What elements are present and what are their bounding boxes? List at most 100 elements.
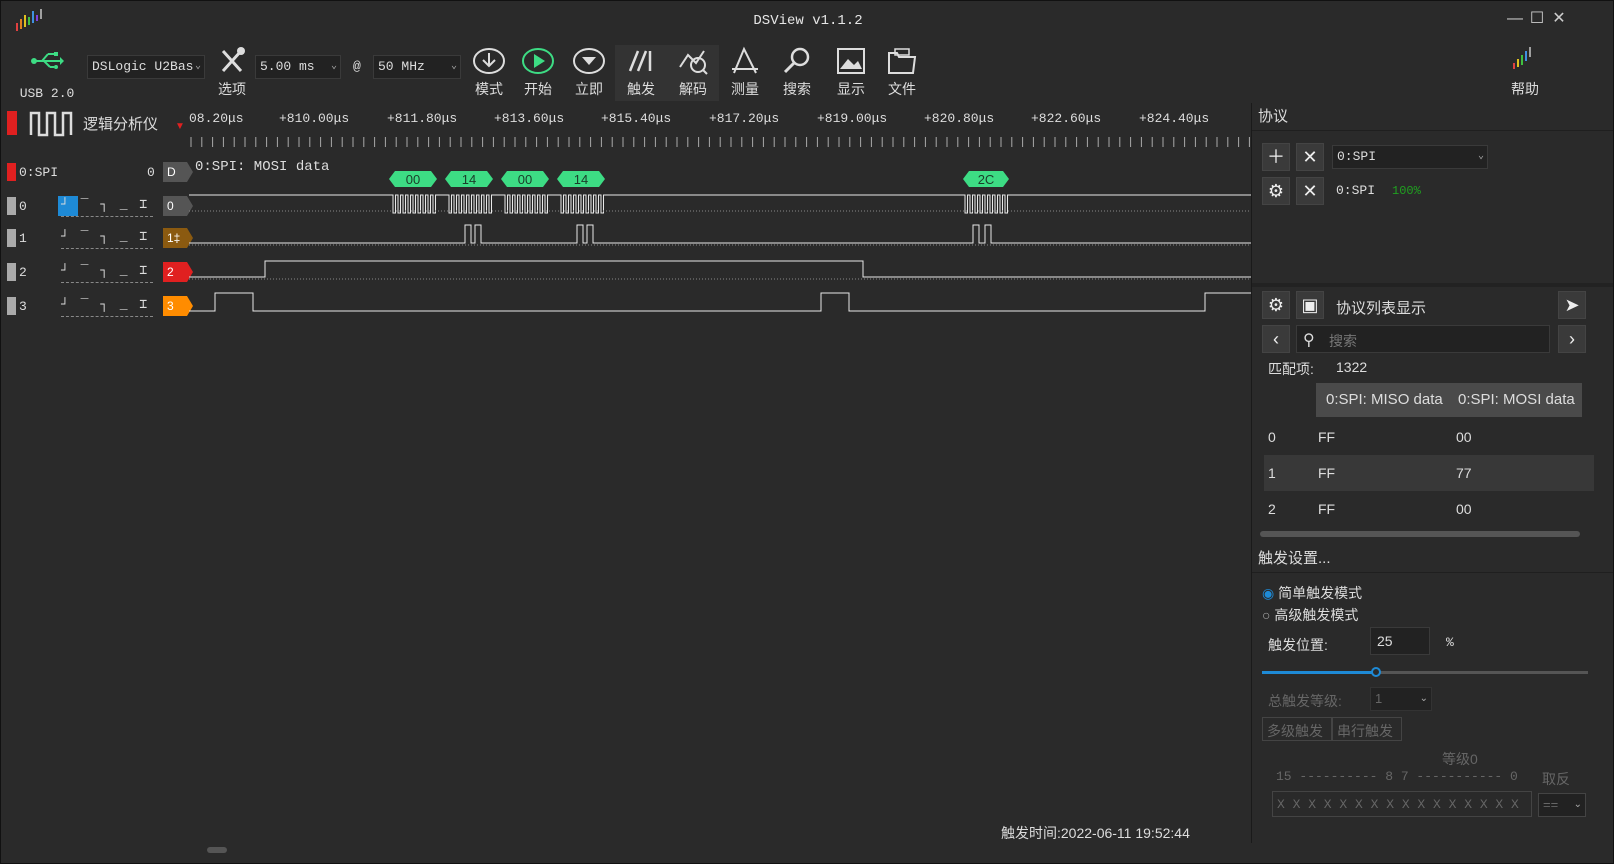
chevron-down-icon: ⌄ — [1419, 693, 1428, 704]
tab-multi-level[interactable]: 多级触发 — [1262, 717, 1332, 741]
measure-button[interactable]: 测量 — [721, 45, 769, 101]
minimize-button[interactable]: — — [1507, 11, 1523, 27]
position-slider-track[interactable] — [1262, 667, 1588, 677]
invert-label: 取反 — [1542, 771, 1570, 787]
row-mosi: 00 — [1456, 501, 1472, 517]
trigger-time: 触发时间:2022-06-11 19:52:44 — [1001, 825, 1190, 841]
channel-2[interactable]: 2 ┘ ‾ ┐ _ ⌶ 2 — [1, 259, 193, 285]
search-button[interactable]: 搜索 — [773, 45, 821, 101]
help-button[interactable]: 帮助 — [1497, 45, 1553, 101]
ruler-label: +811.80μs — [387, 111, 458, 126]
logic-analyzer-icon — [29, 111, 73, 137]
ruler-label: 08.20μs — [189, 111, 244, 126]
measure-icon — [732, 46, 758, 74]
channel-1-waveform — [189, 224, 1251, 244]
waveform-area[interactable]: 0:SPI: MOSI data 00 14 00 14 2C — [189, 151, 1251, 843]
channel-3[interactable]: 3 ┘ ‾ ┐ _ ⌶ 3 — [1, 293, 193, 319]
options-label: 选项 — [218, 81, 246, 97]
table-row[interactable]: 1 FF 77 — [1264, 455, 1594, 491]
table-row[interactable]: 2 FF 00 — [1264, 491, 1594, 527]
at-label: @ — [353, 59, 361, 74]
channel-0[interactable]: 0 ┘ ‾ ┐ _ ⌶ 0 — [1, 193, 193, 219]
trigger-options[interactable]: ┘ ‾ ┐ _ ⌶ — [61, 297, 153, 317]
row-index: 1 — [1268, 465, 1276, 481]
decoder-settings-button[interactable]: ⚙ — [1262, 177, 1290, 205]
remove-decoder-button[interactable]: ✕ — [1296, 143, 1324, 171]
add-decoder-button[interactable]: ＋ — [1262, 143, 1290, 171]
decode-byte-text: 14 — [574, 172, 588, 187]
channel-2-num: 2 — [19, 265, 27, 280]
decode-byte-text: 00 — [406, 172, 420, 187]
table-row[interactable]: 0 FF 00 — [1264, 419, 1594, 455]
chevron-left-icon: ‹ — [1273, 329, 1279, 349]
row-index: 2 — [1268, 501, 1276, 517]
decode-button[interactable]: 解码 — [667, 45, 719, 101]
file-button[interactable]: 文件 — [877, 45, 927, 101]
ruler-label: +820.80μs — [924, 111, 995, 126]
save-list-button[interactable]: ▣ — [1296, 291, 1324, 319]
trigger-button[interactable]: 触发 — [615, 45, 667, 101]
dsview-window: DSView v1.1.2 — ☐ ✕ USB 2.0 DSLogic U2Ba… — [0, 0, 1614, 864]
chevron-right-icon: › — [1569, 329, 1575, 349]
start-button[interactable]: 开始 — [513, 45, 563, 101]
tab-serial[interactable]: 串行触发 — [1332, 717, 1402, 741]
trigger-label: 触发 — [627, 81, 655, 97]
ruler-label: +810.00μs — [279, 111, 350, 126]
window-title: DSView v1.1.2 — [753, 13, 863, 29]
delete-decoder-button[interactable]: ✕ — [1296, 177, 1324, 205]
display-button[interactable]: 显示 — [825, 45, 877, 101]
plus-icon: ＋ — [1267, 147, 1285, 167]
list-settings-button[interactable]: ⚙ — [1262, 291, 1290, 319]
simple-mode-radio[interactable]: ◉ 简单触发模式 — [1262, 583, 1362, 603]
advanced-mode-radio[interactable]: ○ 高级触发模式 — [1262, 605, 1358, 625]
position-input[interactable]: 25 — [1370, 627, 1430, 655]
search-input[interactable]: ⚲ 搜索 — [1296, 325, 1550, 353]
row-index: 0 — [1268, 429, 1276, 445]
table-horizontal-scrollbar[interactable] — [1260, 531, 1580, 537]
analyzer-indicator — [7, 111, 17, 135]
channel-panel: 逻辑分析仪 ▼ 0:SPI 0 D 0 ┘ ‾ ┐ _ ⌶ 0 1 ┘ ‾ ┐ … — [1, 103, 193, 843]
time-ruler[interactable]: 08.20μs +810.00μs +811.80μs +813.60μs +8… — [189, 103, 1251, 149]
device-select-value: DSLogic U2Bas — [92, 59, 194, 74]
navigate-button[interactable]: ➤ — [1558, 291, 1586, 319]
options-button[interactable]: 选项 — [209, 45, 255, 101]
mode-button[interactable]: 模式 — [463, 45, 515, 101]
total-levels-value: 1 — [1375, 691, 1383, 706]
trigger-options[interactable]: ┘ ‾ ┐ _ ⌶ — [61, 229, 153, 249]
waveforms: 00 14 00 14 2C — [189, 171, 1251, 312]
column-header[interactable]: 0:SPI: MISO data — [1326, 391, 1443, 408]
channel-1[interactable]: 1 ┘ ‾ ┐ _ ⌶ 1‡ — [1, 225, 193, 251]
pattern-input[interactable]: X X X X X X X X X X X X X X X X — [1272, 791, 1532, 817]
close-button[interactable]: ✕ — [1551, 11, 1567, 27]
maximize-button[interactable]: ☐ — [1529, 11, 1545, 27]
instant-icon — [573, 48, 605, 74]
prev-match-button[interactable]: ‹ — [1262, 325, 1290, 353]
splitter[interactable] — [1252, 283, 1613, 287]
position-slider-handle[interactable] — [1371, 667, 1381, 677]
channel-spi[interactable]: 0:SPI 0 D — [1, 159, 193, 185]
instant-button[interactable]: 立即 — [565, 45, 613, 101]
analyzer-dropdown-icon[interactable]: ▼ — [175, 121, 185, 132]
decoder-select[interactable]: 0:SPI ⌄ — [1332, 145, 1488, 169]
channel-color-bar — [7, 263, 16, 281]
duration-select[interactable]: 5.00 ms ⌄ — [255, 55, 341, 79]
rate-select-value: 50 MHz — [378, 59, 425, 74]
column-header[interactable]: 0:SPI: MOSI data — [1458, 391, 1575, 408]
compare-select[interactable]: == ⌄ — [1538, 793, 1586, 817]
rate-select[interactable]: 50 MHz ⌄ — [373, 55, 461, 79]
gear-icon: ⚙ — [1267, 181, 1285, 201]
device-select[interactable]: DSLogic U2Bas ⌄ — [87, 55, 205, 79]
channel-2-waveform — [189, 260, 1251, 278]
simple-mode-label: 简单触发模式 — [1278, 585, 1363, 601]
save-icon: ▣ — [1301, 295, 1319, 315]
compare-value: == — [1543, 797, 1559, 812]
trigger-options[interactable]: ┘ ‾ ┐ _ ⌶ — [61, 197, 153, 217]
chevron-down-icon: ⌄ — [1477, 151, 1484, 162]
row-mosi: 77 — [1456, 465, 1472, 481]
gear-icon: ⚙ — [1267, 295, 1285, 315]
radio-unchecked-icon: ○ — [1262, 607, 1271, 623]
next-match-button[interactable]: › — [1558, 325, 1586, 353]
close-icon: ✕ — [1302, 147, 1318, 167]
horizontal-scrollbar[interactable] — [207, 847, 227, 853]
trigger-options[interactable]: ┘ ‾ ┐ _ ⌶ — [61, 263, 153, 283]
